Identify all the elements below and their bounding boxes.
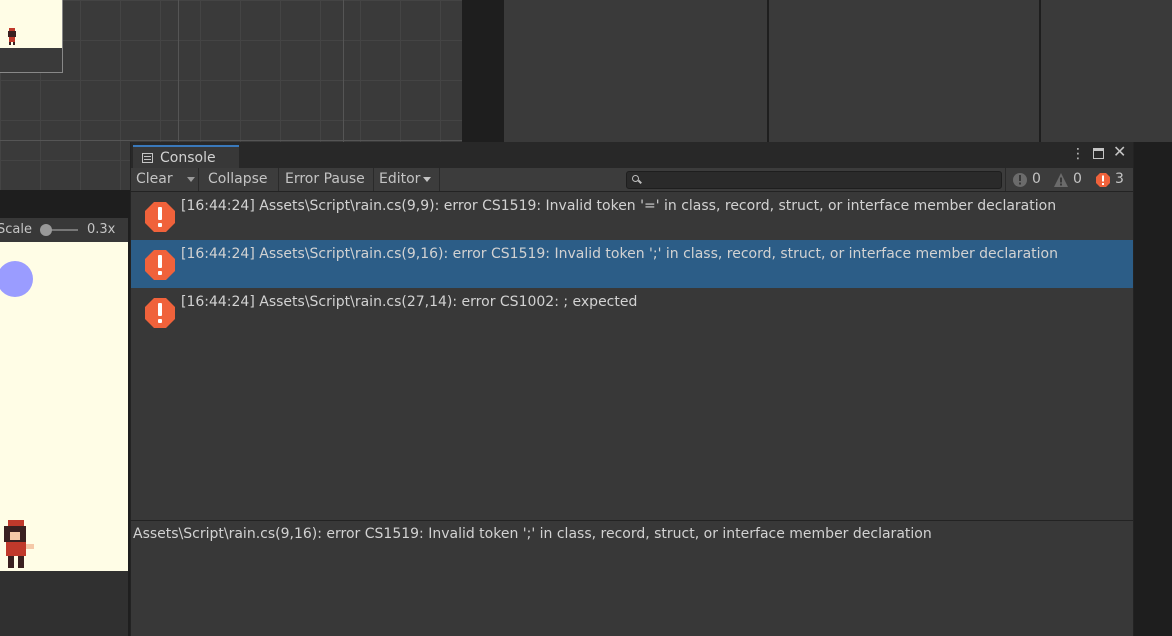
- error-pause-button-label: Error Pause: [285, 171, 365, 187]
- warning-count: 0: [1073, 171, 1082, 187]
- search-icon: [632, 175, 639, 182]
- console-tab-bar: Console ⋮ ✕: [131, 142, 1133, 168]
- error-toggle[interactable]: 3: [1089, 168, 1133, 191]
- log-list[interactable]: [16:44:24] Assets\Script\rain.cs(9,9): e…: [131, 192, 1133, 520]
- log-detail-pane[interactable]: Assets\Script\rain.cs(9,16): error CS151…: [131, 521, 1133, 636]
- error-pause-button[interactable]: Error Pause: [280, 168, 374, 191]
- error-icon: [145, 202, 175, 232]
- circle-sprite: [0, 261, 33, 297]
- error-icon: [145, 298, 175, 328]
- clear-button[interactable]: Clear: [131, 168, 199, 191]
- character-sprite: [4, 520, 34, 568]
- scene-grid-line: [0, 140, 462, 141]
- scale-value: 0.3x: [87, 222, 116, 237]
- scene-camera-frame: [0, 48, 63, 73]
- search-input[interactable]: [645, 172, 999, 190]
- scene-camera-canvas: [0, 0, 63, 48]
- game-view-toolbar: Scale 0.3x: [0, 218, 128, 242]
- chevron-down-icon[interactable]: [184, 168, 195, 191]
- error-count: 3: [1115, 171, 1124, 187]
- warning-toggle[interactable]: 0: [1047, 168, 1089, 191]
- log-counters: 0 0 3: [1005, 168, 1133, 191]
- character-sprite: [8, 28, 16, 45]
- log-entry-text: [16:44:24] Assets\Script\rain.cs(9,16): …: [181, 246, 1058, 262]
- editor-pane: [1041, 0, 1172, 142]
- info-count: 0: [1032, 171, 1041, 187]
- error-icon: [1096, 173, 1110, 187]
- game-view-footer: [0, 571, 128, 636]
- search-field[interactable]: [626, 171, 1002, 190]
- game-view[interactable]: [0, 242, 128, 571]
- console-icon: [142, 153, 153, 163]
- scale-label: Scale: [0, 222, 32, 237]
- log-entry-selected[interactable]: [16:44:24] Assets\Script\rain.cs(9,16): …: [131, 240, 1133, 288]
- more-options-icon[interactable]: ⋮: [1071, 147, 1085, 161]
- console-window: Console ⋮ ✕ Clear Collapse Error Pause E…: [130, 142, 1134, 636]
- tab-console-label: Console: [160, 150, 216, 166]
- log-entry[interactable]: [16:44:24] Assets\Script\rain.cs(9,9): e…: [131, 192, 1133, 240]
- log-entry-text: [16:44:24] Assets\Script\rain.cs(27,14):…: [181, 294, 638, 310]
- error-icon: [145, 250, 175, 280]
- log-detail-text: Assets\Script\rain.cs(9,16): error CS151…: [133, 526, 932, 542]
- maximize-icon[interactable]: [1093, 148, 1104, 159]
- scale-slider-knob[interactable]: [39, 224, 52, 236]
- info-toggle[interactable]: 0: [1005, 168, 1048, 191]
- console-toolbar: Clear Collapse Error Pause Editor 0 0 3: [131, 168, 1133, 192]
- editor-dropdown-label: Editor: [379, 171, 421, 187]
- warning-icon: [1054, 173, 1068, 187]
- clear-button-label: Clear: [136, 171, 173, 187]
- collapse-button-label: Collapse: [208, 171, 268, 187]
- log-entry[interactable]: [16:44:24] Assets\Script\rain.cs(27,14):…: [131, 288, 1133, 336]
- log-entry-text: [16:44:24] Assets\Script\rain.cs(9,9): e…: [181, 198, 1057, 214]
- editor-dropdown[interactable]: Editor: [374, 168, 440, 191]
- editor-pane: [504, 0, 767, 142]
- tab-console[interactable]: Console: [133, 145, 239, 168]
- info-icon: [1013, 173, 1027, 187]
- close-icon[interactable]: ✕: [1113, 144, 1126, 160]
- chevron-down-icon: [423, 176, 432, 182]
- collapse-button[interactable]: Collapse: [203, 168, 279, 191]
- editor-pane: [769, 0, 1039, 142]
